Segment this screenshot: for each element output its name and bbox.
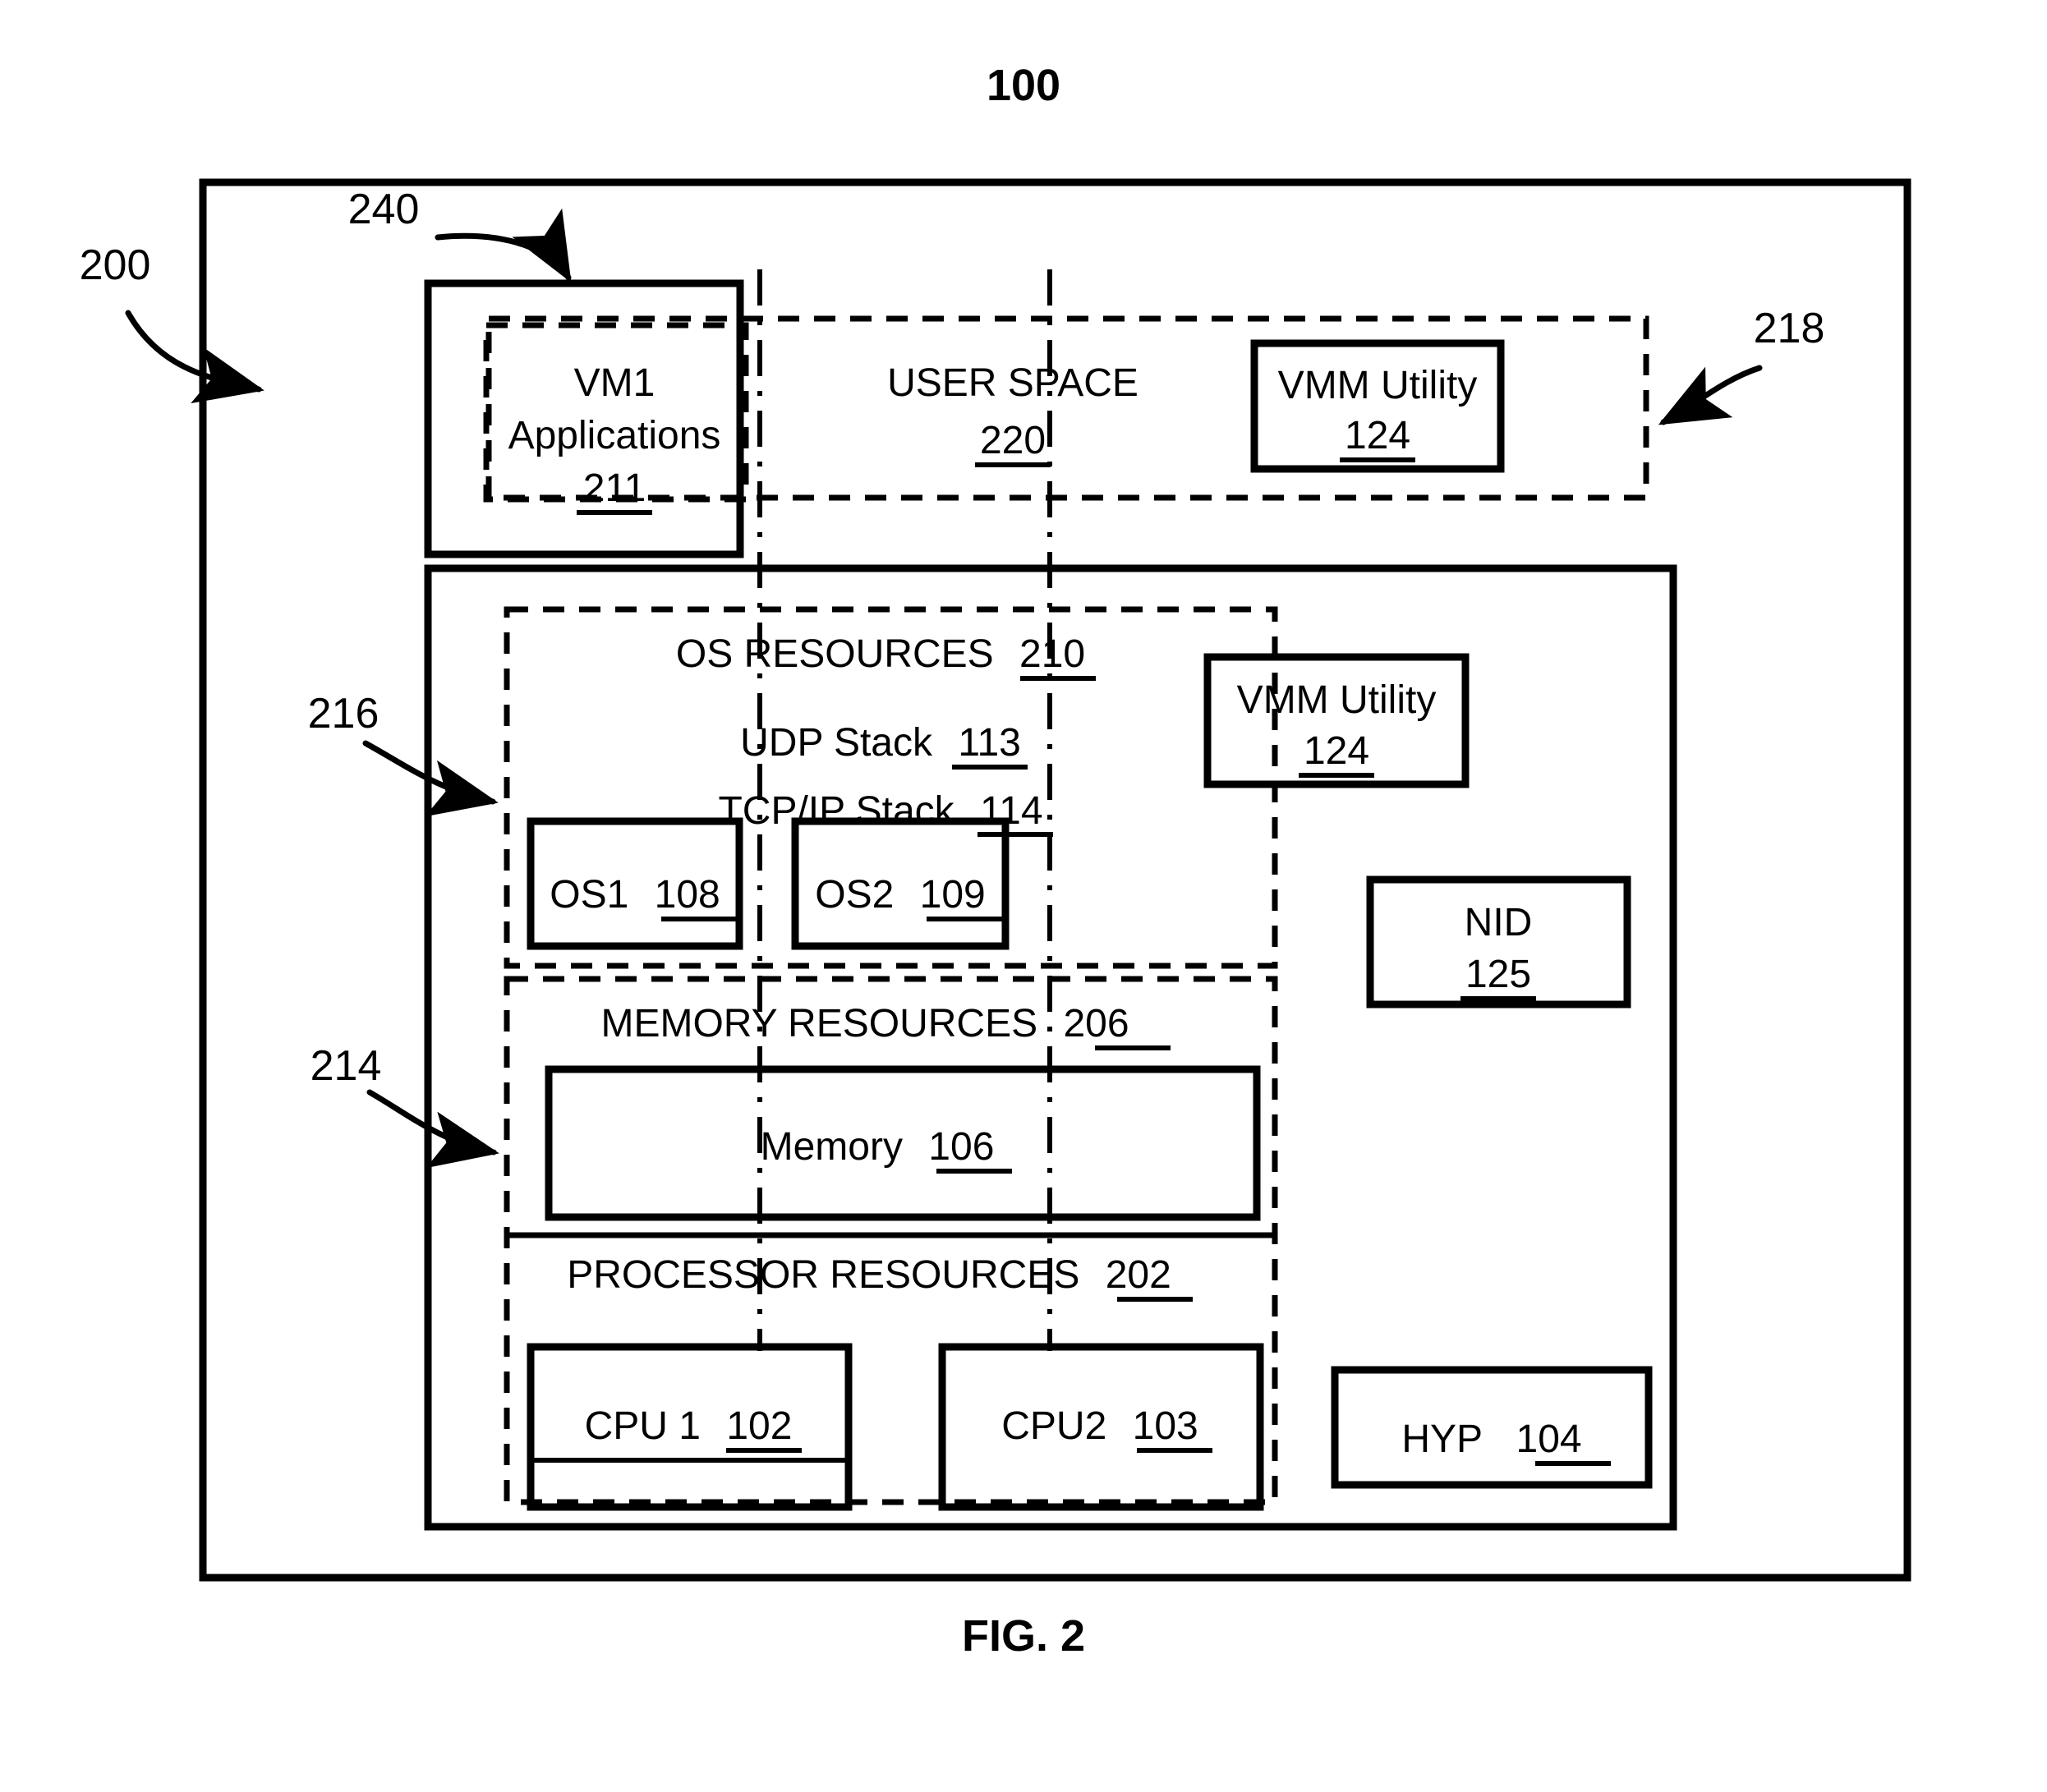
ref-240-leader xyxy=(435,208,572,283)
user-space-number: 220 xyxy=(980,419,1046,462)
os-resources-title-text: OS RESOURCES xyxy=(676,632,994,676)
os2-label: OS2 109 xyxy=(815,873,985,917)
os1-number: 108 xyxy=(655,873,720,917)
vm1-label-line1: VM1 xyxy=(574,361,656,405)
processor-resources-number: 202 xyxy=(1106,1253,1171,1297)
nid-label: NID xyxy=(1465,901,1533,944)
hypervisor-label: HYP 104 xyxy=(1401,1418,1581,1461)
hypervisor-label-text: HYP xyxy=(1401,1418,1482,1461)
ref-218-label: 218 xyxy=(1754,305,1825,352)
ref-240-label: 240 xyxy=(348,186,420,233)
cpu2-label: CPU2 103 xyxy=(1001,1404,1198,1448)
vmm-utility-userspace-number: 124 xyxy=(1345,414,1410,457)
vm1-label-line2: Applications xyxy=(508,414,721,457)
udp-stack-number: 113 xyxy=(958,721,1021,765)
processor-resources-title: PROCESSOR RESOURCES 202 xyxy=(567,1253,1171,1297)
vmm-utility-kernel-label: VMM Utility xyxy=(1237,678,1437,722)
cpu2-number: 103 xyxy=(1133,1404,1198,1448)
cpu1-number: 102 xyxy=(726,1404,792,1448)
patent-figure-2: 100 USER SPACE 220 VM1 Applications 211 … xyxy=(0,0,2047,1792)
cpu2-label-text: CPU2 xyxy=(1001,1404,1106,1448)
ref-218-leader xyxy=(1658,365,1763,425)
udp-stack-label-text: UDP Stack xyxy=(740,721,933,765)
ref-200-label: 200 xyxy=(80,241,151,289)
os1-label-text: OS1 xyxy=(550,873,628,917)
os2-label-text: OS2 xyxy=(815,873,894,917)
os2-number: 109 xyxy=(920,873,986,917)
tcpip-stack-label-text: TCP/IP Stack xyxy=(718,789,954,833)
os-resources-title: OS RESOURCES 210 xyxy=(676,632,1085,676)
vmm-utility-kernel-number: 124 xyxy=(1304,729,1369,773)
vm1-number: 211 xyxy=(583,466,646,510)
os1-label: OS1 108 xyxy=(550,873,720,917)
tcpip-stack-label: TCP/IP Stack 114 xyxy=(718,789,1042,833)
memory-number: 106 xyxy=(928,1125,994,1169)
ref-216-label: 216 xyxy=(308,690,380,737)
ref-200-leader xyxy=(125,310,264,404)
processor-resources-title-text: PROCESSOR RESOURCES xyxy=(567,1253,1079,1297)
vmm-utility-userspace-label: VMM Utility xyxy=(1278,364,1478,407)
memory-label: Memory 106 xyxy=(761,1125,995,1169)
ref-214-label: 214 xyxy=(310,1042,382,1090)
memory-resources-number: 206 xyxy=(1063,1002,1129,1045)
figure-top-number: 100 xyxy=(987,61,1060,110)
hypervisor-number: 104 xyxy=(1516,1418,1582,1461)
user-space-title: USER SPACE xyxy=(887,361,1138,405)
cpu1-label: CPU 1 102 xyxy=(585,1404,793,1448)
figure-canvas: 100 USER SPACE 220 VM1 Applications 211 … xyxy=(80,61,1911,1661)
tcpip-stack-number: 114 xyxy=(980,789,1043,833)
nid-number: 125 xyxy=(1465,953,1531,996)
figure-caption: FIG. 2 xyxy=(962,1611,1085,1661)
udp-stack-label: UDP Stack 113 xyxy=(740,721,1021,765)
memory-label-text: Memory xyxy=(761,1125,903,1169)
cpu1-label-text: CPU 1 xyxy=(585,1404,701,1448)
os-resources-number: 210 xyxy=(1019,632,1085,676)
memory-resources-title-text: MEMORY RESOURCES xyxy=(600,1002,1037,1045)
